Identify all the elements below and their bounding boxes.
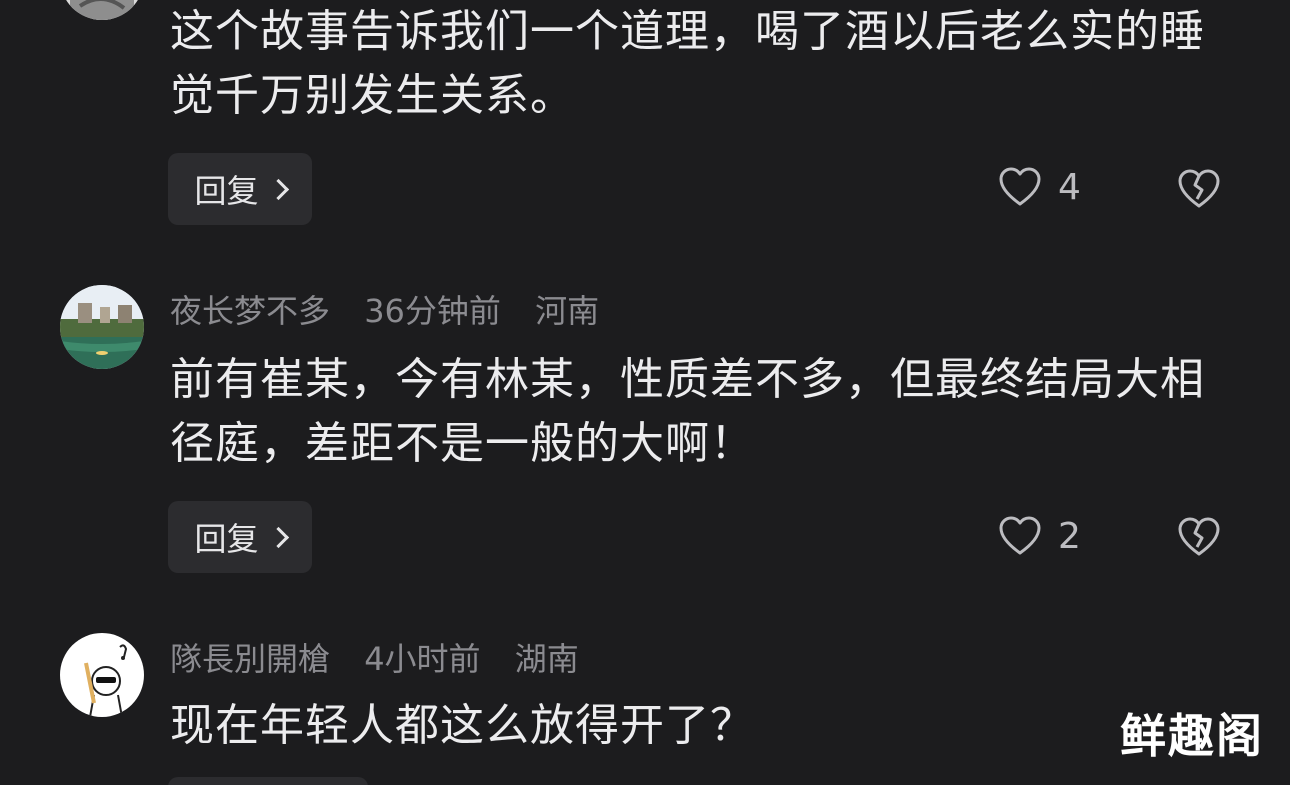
reply-button-partial[interactable] — [168, 777, 368, 785]
username[interactable]: 隊長別開槍 — [170, 640, 330, 678]
location: 河南 — [535, 292, 600, 330]
comment-item: 这个故事告诉我们一个道理，喝了酒以后老么实的睡觉千万别发生关系。 回复 4 — [0, 0, 1290, 240]
chevron-right-icon — [267, 526, 289, 548]
broken-heart-icon — [1178, 517, 1220, 556]
dislike-button[interactable] — [1176, 516, 1222, 562]
reply-button[interactable]: 回复 — [168, 153, 312, 225]
comment-item: 夜长梦不多 36分钟前 河南 前有崔某，今有林某，性质差不多，但最终结局大相径庭… — [0, 285, 1290, 585]
timestamp: 36分钟前 — [364, 292, 501, 330]
comment-text: 前有崔某，今有林某，性质差不多，但最终结局大相径庭，差距不是一般的大啊！ — [170, 354, 1205, 469]
avatar[interactable] — [60, 285, 144, 369]
timestamp: 4小时前 — [364, 640, 481, 678]
reply-label: 回复 — [194, 172, 259, 210]
reply-label: 回复 — [194, 520, 259, 558]
avatar[interactable] — [60, 633, 144, 717]
avatar[interactable] — [60, 0, 144, 20]
heart-outline-icon — [999, 516, 1041, 555]
heart-outline-icon — [999, 167, 1041, 206]
comment-meta: 夜长梦不多 36分钟前 河南 — [170, 291, 623, 331]
username[interactable]: 夜长梦不多 — [170, 292, 330, 330]
like-count: 4 — [1058, 166, 1081, 208]
like-button[interactable]: 4 — [998, 166, 1081, 208]
comment-item: 隊長別開槍 4小时前 湖南 现在年轻人都这么放得开了？ — [0, 633, 1290, 785]
reply-button[interactable]: 回复 — [168, 501, 312, 573]
comment-text: 现在年轻人都这么放得开了？ — [170, 700, 755, 751]
chevron-right-icon — [267, 178, 289, 200]
like-button[interactable]: 2 — [998, 515, 1081, 557]
location: 湖南 — [514, 640, 579, 678]
dislike-button[interactable] — [1176, 168, 1222, 214]
broken-heart-icon — [1178, 169, 1220, 208]
comment-meta: 隊長別開槍 4小时前 湖南 — [170, 639, 603, 679]
watermark: 鲜趣阁 — [1120, 709, 1264, 763]
like-count: 2 — [1058, 515, 1081, 557]
comment-text: 这个故事告诉我们一个道理，喝了酒以后老么实的睡觉千万别发生关系。 — [170, 6, 1205, 121]
